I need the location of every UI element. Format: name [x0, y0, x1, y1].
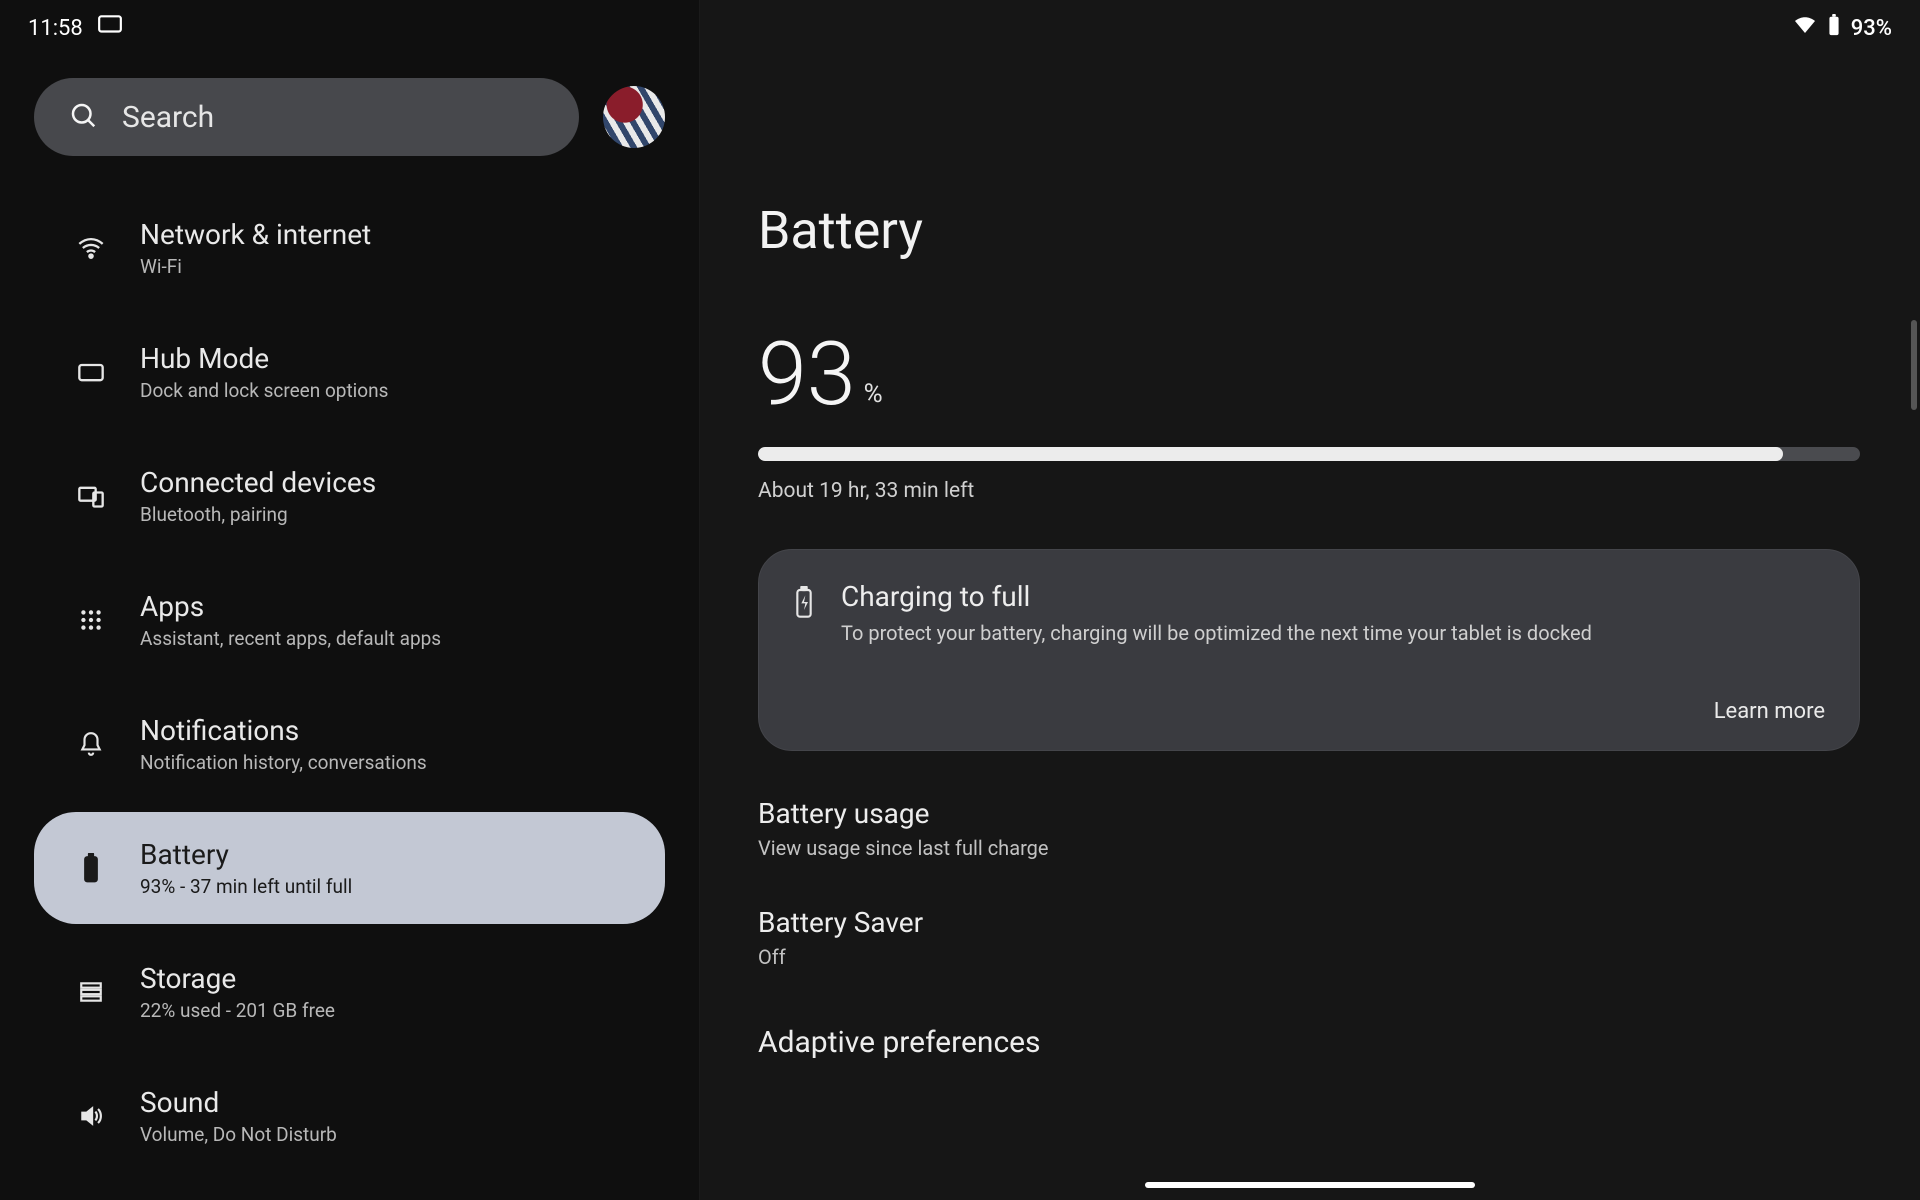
sidebar-item-hub-mode[interactable]: Hub Mode Dock and lock screen options — [34, 316, 665, 428]
search-input[interactable]: Search — [34, 78, 579, 156]
sidebar-item-battery[interactable]: Battery 93% - 37 min left until full — [34, 812, 665, 924]
search-icon — [68, 100, 98, 134]
sidebar-item-storage[interactable]: Storage 22% used - 201 GB free — [34, 936, 665, 1048]
storage-icon — [76, 979, 106, 1005]
sidebar-item-notifications[interactable]: Notifications Notification history, conv… — [34, 688, 665, 800]
sidebar-item-sound[interactable]: Sound Volume, Do Not Disturb — [34, 1060, 665, 1172]
battery-icon — [76, 853, 106, 883]
wifi-status-icon — [1793, 13, 1817, 43]
setting-sub: Off — [758, 945, 1860, 969]
status-battery-text: 93% — [1851, 16, 1892, 41]
sidebar-item-network[interactable]: Network & internet Wi-Fi — [34, 192, 665, 304]
setting-sub: View usage since last full charge — [758, 836, 1860, 860]
wifi-icon — [76, 234, 106, 262]
setting-title: Battery usage — [758, 797, 1860, 830]
sidebar-item-label: Network & internet — [140, 218, 371, 251]
main-panel: Battery 93 % About 19 hr, 33 min left Ch… — [700, 0, 1920, 1200]
apps-grid-icon — [76, 607, 106, 633]
charging-card: Charging to full To protect your battery… — [758, 549, 1860, 751]
status-time: 11:58 — [28, 16, 83, 41]
scrollbar[interactable] — [1911, 320, 1917, 410]
sidebar-item-apps[interactable]: Apps Assistant, recent apps, default app… — [34, 564, 665, 676]
sidebar-item-label: Battery — [140, 838, 352, 871]
battery-bar-fill — [758, 447, 1783, 461]
sidebar-item-label: Connected devices — [140, 466, 376, 499]
settings-sidebar: Search Network & internet Wi-Fi Hub Mo — [0, 0, 700, 1200]
charging-card-title: Charging to full — [841, 580, 1592, 613]
home-indicator[interactable] — [1145, 1182, 1475, 1188]
sidebar-item-sub: Wi-Fi — [140, 255, 371, 278]
cast-icon — [97, 12, 123, 44]
charging-card-sub: To protect your battery, charging will b… — [841, 621, 1592, 645]
avatar[interactable] — [603, 86, 665, 148]
sound-icon — [76, 1103, 106, 1129]
setting-title: Battery Saver — [758, 906, 1860, 939]
sidebar-item-label: Storage — [140, 962, 335, 995]
battery-percent: 93 % — [758, 331, 1860, 419]
sidebar-item-label: Notifications — [140, 714, 427, 747]
battery-percent-unit: % — [864, 379, 883, 409]
battery-status-icon — [1827, 14, 1841, 42]
bell-icon — [76, 731, 106, 757]
section-adaptive-preferences: Adaptive preferences — [758, 1025, 1860, 1060]
battery-charging-icon — [793, 586, 815, 622]
page-title: Battery — [758, 200, 1860, 261]
sidebar-item-connected-devices[interactable]: Connected devices Bluetooth, pairing — [34, 440, 665, 552]
search-placeholder: Search — [122, 100, 214, 135]
setting-battery-saver[interactable]: Battery Saver Off — [758, 906, 1860, 969]
setting-battery-usage[interactable]: Battery usage View usage since last full… — [758, 797, 1860, 860]
sidebar-item-sub: Assistant, recent apps, default apps — [140, 627, 441, 650]
learn-more-link[interactable]: Learn more — [793, 699, 1825, 724]
sidebar-item-label: Sound — [140, 1086, 337, 1119]
devices-icon — [76, 482, 106, 510]
tablet-icon — [76, 358, 106, 386]
sidebar-item-sub: Bluetooth, pairing — [140, 503, 376, 526]
status-bar: 11:58 93% — [0, 0, 1920, 56]
battery-bar — [758, 447, 1860, 461]
battery-estimate: About 19 hr, 33 min left — [758, 479, 1860, 503]
sidebar-item-label: Hub Mode — [140, 342, 388, 375]
sidebar-item-sub: Notification history, conversations — [140, 751, 427, 774]
sidebar-item-sub: Dock and lock screen options — [140, 379, 388, 402]
sidebar-item-sub: 22% used - 201 GB free — [140, 999, 335, 1022]
sidebar-item-label: Apps — [140, 590, 441, 623]
battery-percent-value: 93 — [758, 331, 856, 419]
sidebar-item-sub: 93% - 37 min left until full — [140, 875, 352, 898]
sidebar-item-sub: Volume, Do Not Disturb — [140, 1123, 337, 1146]
